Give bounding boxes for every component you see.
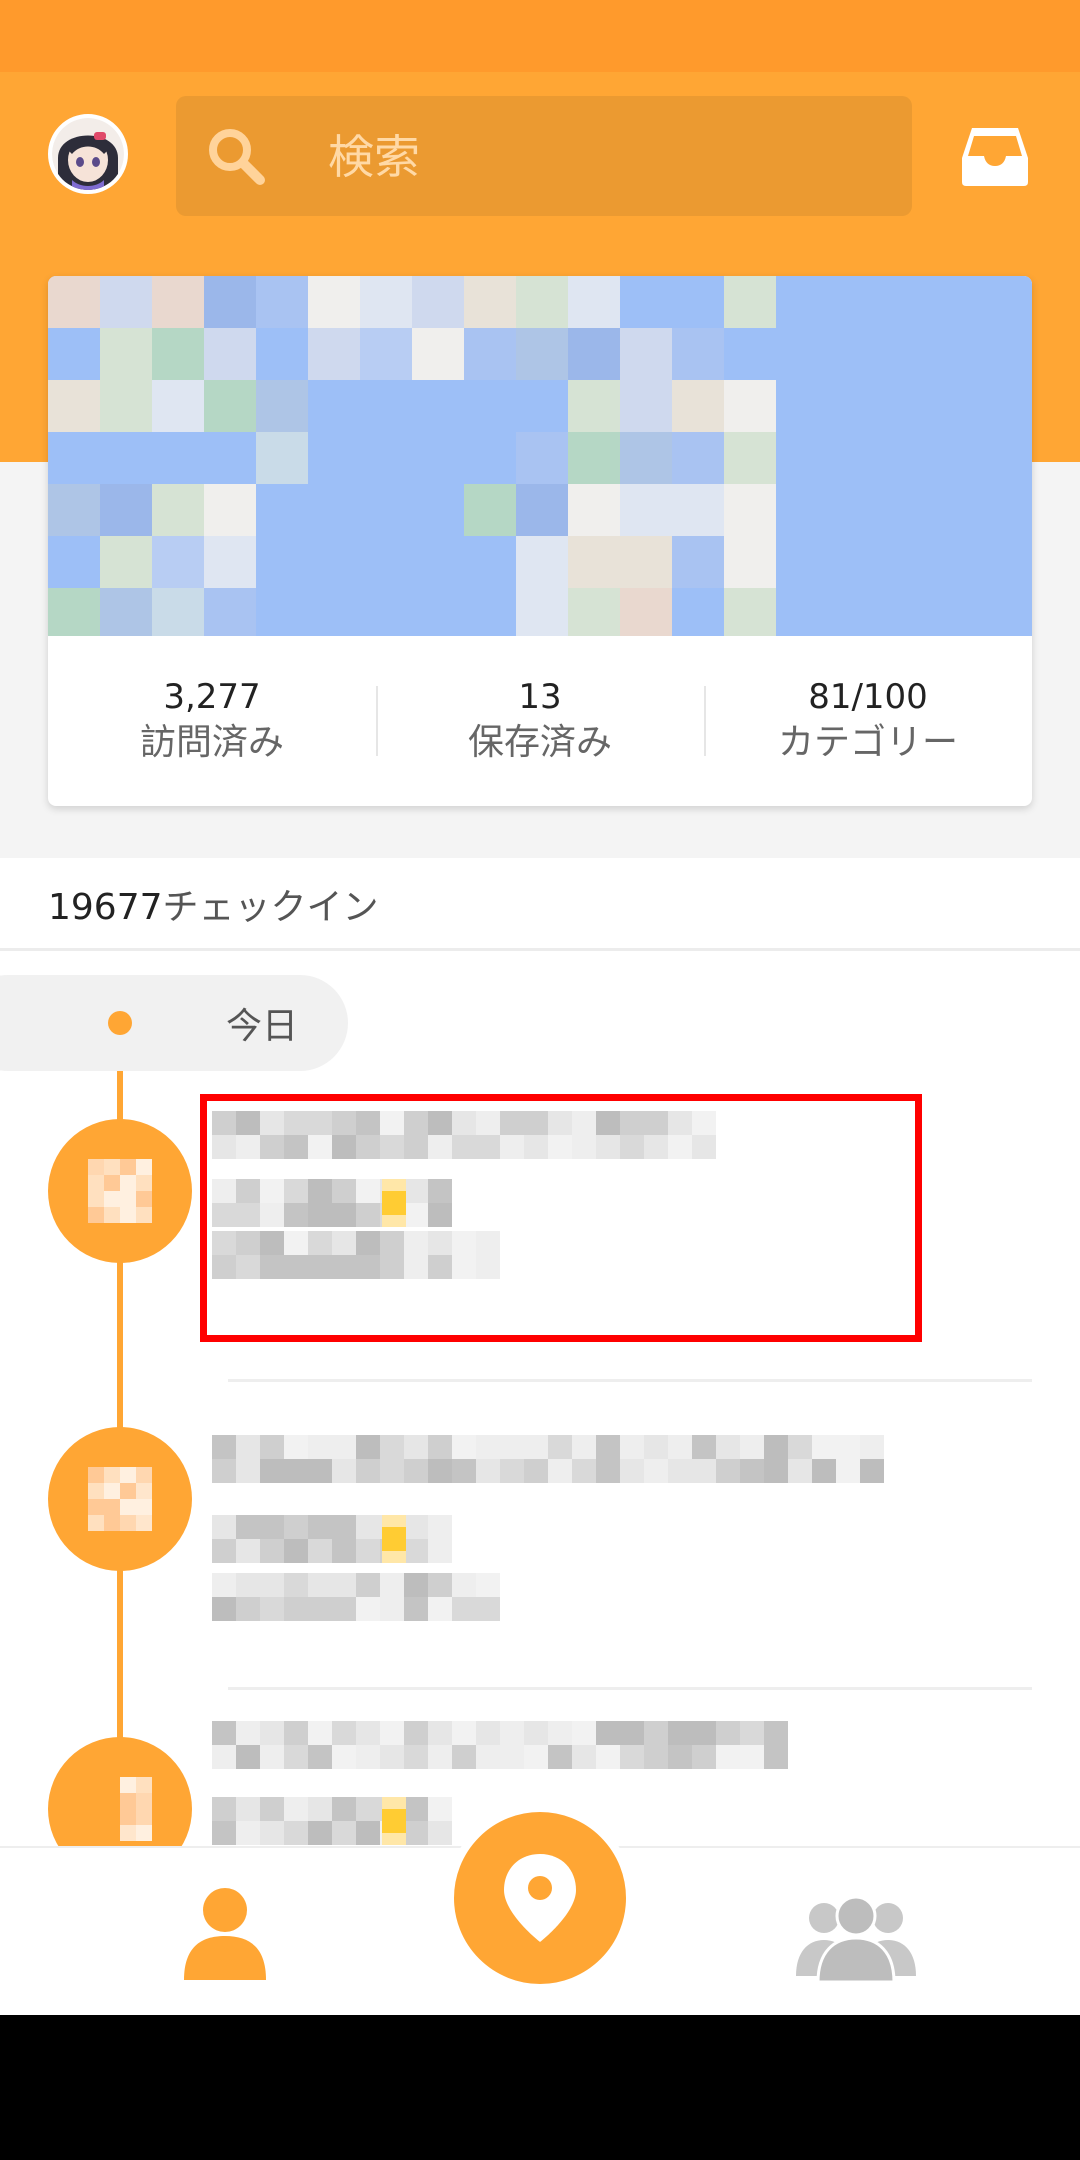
checkin-entry-2[interactable] bbox=[212, 1431, 1012, 1635]
stat-visited-value: 3,277 bbox=[163, 677, 261, 717]
venue-category-icon bbox=[88, 1467, 152, 1531]
location-pin-icon bbox=[504, 1854, 576, 1942]
checkin-button[interactable] bbox=[446, 1804, 634, 1992]
avatar[interactable] bbox=[48, 114, 128, 194]
group-icon[interactable] bbox=[796, 1896, 916, 1982]
stat-saved-value: 13 bbox=[518, 677, 562, 717]
search-box[interactable] bbox=[176, 96, 912, 216]
timeline-node-1 bbox=[48, 1119, 192, 1263]
blurred-entry-text bbox=[212, 1435, 884, 1621]
bottom-navigation bbox=[0, 1804, 1080, 2015]
highlight-box bbox=[200, 1094, 922, 1342]
checkin-count-bar: 19677チェックイン bbox=[0, 858, 1080, 951]
stats-row: 3,277 訪問済み 13 保存済み 81/100 カテゴリー bbox=[48, 636, 1032, 806]
app-screen: 3,277 訪問済み 13 保存済み 81/100 カテゴリー 19677チェッ… bbox=[0, 0, 1080, 2015]
venue-category-icon bbox=[88, 1159, 152, 1223]
stat-categories-value: 81/100 bbox=[808, 677, 928, 717]
search-input[interactable] bbox=[326, 116, 890, 198]
venue-category-icon bbox=[120, 1777, 152, 1841]
checkin-count: 19677チェックイン bbox=[48, 878, 379, 930]
person-icon[interactable] bbox=[180, 1884, 270, 1984]
stat-categories-label: カテゴリー bbox=[777, 722, 958, 763]
inbox-tray-icon[interactable] bbox=[960, 124, 1030, 188]
checkin-count-unit: チェックイン bbox=[162, 887, 379, 928]
entry-divider bbox=[228, 1687, 1032, 1690]
status-bar bbox=[0, 0, 1080, 72]
today-label: 今日 bbox=[226, 1006, 299, 1047]
search-icon bbox=[209, 129, 265, 185]
stat-saved[interactable]: 13 保存済み bbox=[376, 636, 704, 806]
checkin-count-number: 19677 bbox=[48, 887, 163, 928]
stat-saved-label: 保存済み bbox=[467, 722, 612, 763]
system-navigation-area bbox=[0, 2015, 1080, 2160]
stat-categories[interactable]: 81/100 カテゴリー bbox=[704, 636, 1032, 806]
map-thumbnail[interactable] bbox=[48, 276, 1032, 636]
stat-visited[interactable]: 3,277 訪問済み bbox=[48, 636, 376, 806]
today-dot bbox=[108, 1011, 132, 1035]
pixelated-map-image bbox=[48, 276, 1032, 636]
stat-visited-label: 訪問済み bbox=[139, 722, 284, 763]
timeline-node-2 bbox=[48, 1427, 192, 1571]
avatar-image bbox=[52, 118, 124, 190]
entry-divider bbox=[228, 1379, 1032, 1382]
stats-card: 3,277 訪問済み 13 保存済み 81/100 カテゴリー bbox=[48, 276, 1032, 806]
